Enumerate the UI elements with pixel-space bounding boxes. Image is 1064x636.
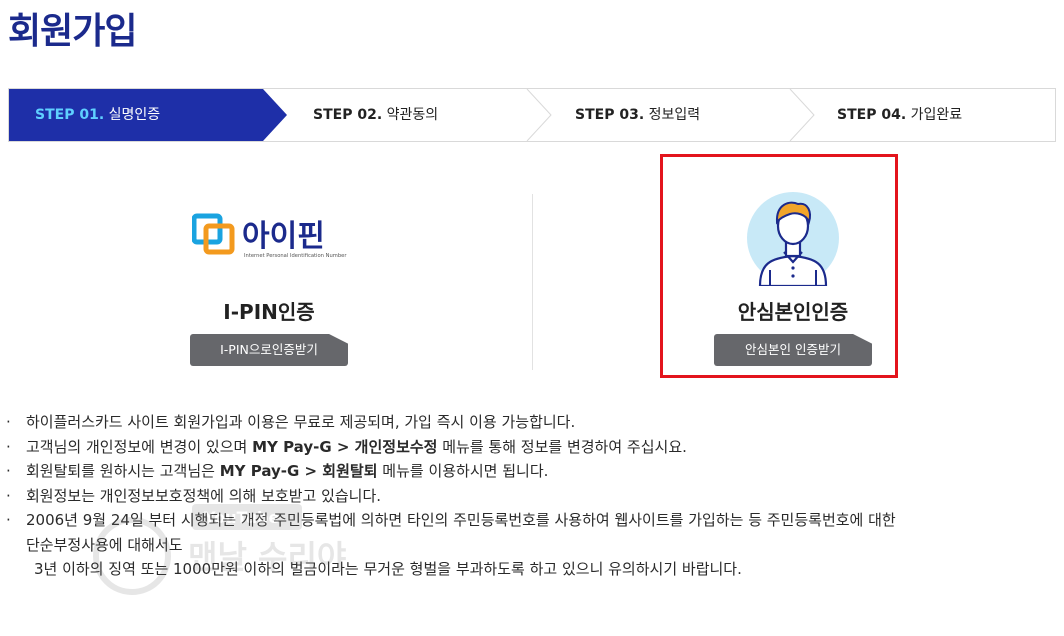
mypayg-edit-link: MY Pay-G > 개인정보수정	[252, 437, 438, 456]
step-1-label: 실명인증	[108, 107, 161, 123]
step-divider-3	[789, 89, 815, 141]
list-bullet: ·	[6, 413, 11, 431]
step-3-label: 정보입력	[648, 107, 701, 123]
ipin-logo: 아이핀 Internet Personal Identification Num…	[192, 213, 347, 259]
list-item: · 고객님의 개인정보에 변경이 있으며 MY Pay-G > 개인정보수정 메…	[6, 435, 1058, 460]
list-item: · 회원정보는 개인정보보호정책에 의해 보호받고 있습니다.	[6, 484, 1058, 509]
notice-text: 메뉴를 통해 정보를 변경하여 주십시요.	[437, 437, 687, 456]
list-bullet: ·	[6, 462, 11, 480]
list-bullet: ·	[6, 486, 11, 505]
card-divider	[532, 194, 533, 370]
step-1: STEP 01. 실명인증	[35, 89, 160, 141]
page-title: 회원가입	[8, 11, 137, 52]
ipin-logo-text: 아이핀	[242, 219, 325, 254]
step-divider-2	[526, 89, 552, 141]
step-progress-bar: STEP 01. 실명인증 STEP 02. 약관동의 STEP 03. 정보입…	[8, 88, 1056, 142]
mypayg-withdraw-link: MY Pay-G > 회원탈퇴	[219, 462, 378, 480]
notice-text: 하이플러스카드 사이트 회원가입과 이용은 무료로 제공되며, 가입 즉시 이용…	[26, 413, 576, 431]
ipin-auth-button[interactable]: I-PIN으로인증받기	[190, 334, 348, 366]
step-3: STEP 03. 정보입력	[575, 89, 700, 141]
ipin-title: I-PIN인증	[223, 300, 315, 324]
list-item: · 2006년 9월 24일 부터 시행되는 개정 주민등록법에 의하면 타인의…	[6, 508, 1058, 582]
notice-text: 단순부정사용에 대해서도	[26, 535, 183, 554]
notice-text: 2006년 9월 24일 부터 시행되는 개정 주민등록법에 의하면 타인의 주…	[26, 511, 896, 529]
highlight-box	[660, 154, 898, 378]
auth-method-section: 아이핀 Internet Personal Identification Num…	[0, 150, 1064, 390]
notice-text: 회원정보는 개인정보보호정책에 의해 보호받고 있습니다.	[26, 486, 382, 505]
notice-text: 고객님의 개인정보에 변경이 있으며	[26, 437, 253, 456]
notice-text: 메뉴를 이용하시면 됩니다.	[377, 462, 549, 480]
step-2-label: 약관동의	[386, 107, 439, 123]
step-2: STEP 02. 약관동의	[313, 89, 438, 141]
step-3-number: STEP 03.	[575, 107, 645, 123]
notice-text: 회원탈퇴를 원하시는 고객님은	[26, 462, 220, 480]
list-item: · 회원탈퇴를 원하시는 고객님은 MY Pay-G > 회원탈퇴 메뉴를 이용…	[6, 459, 1058, 484]
list-item: · 하이플러스카드 사이트 회원가입과 이용은 무료로 제공되며, 가입 즉시 …	[6, 410, 1058, 435]
step-4: STEP 04. 가입완료	[837, 89, 962, 141]
ipin-logo-subtext: Internet Personal Identification Number	[244, 253, 347, 259]
notice-text: 3년 이하의 징역 또는 1000만원 이하의 벌금이라는 무거운 형벌을 부과…	[34, 560, 742, 578]
list-bullet: ·	[6, 437, 11, 456]
notice-list: · 하이플러스카드 사이트 회원가입과 이용은 무료로 제공되며, 가입 즉시 …	[6, 410, 1058, 582]
step-4-number: STEP 04.	[837, 107, 907, 123]
step-1-number: STEP 01.	[35, 107, 105, 123]
list-bullet: ·	[6, 511, 11, 529]
step-4-label: 가입완료	[910, 107, 963, 123]
step-2-number: STEP 02.	[313, 107, 383, 123]
